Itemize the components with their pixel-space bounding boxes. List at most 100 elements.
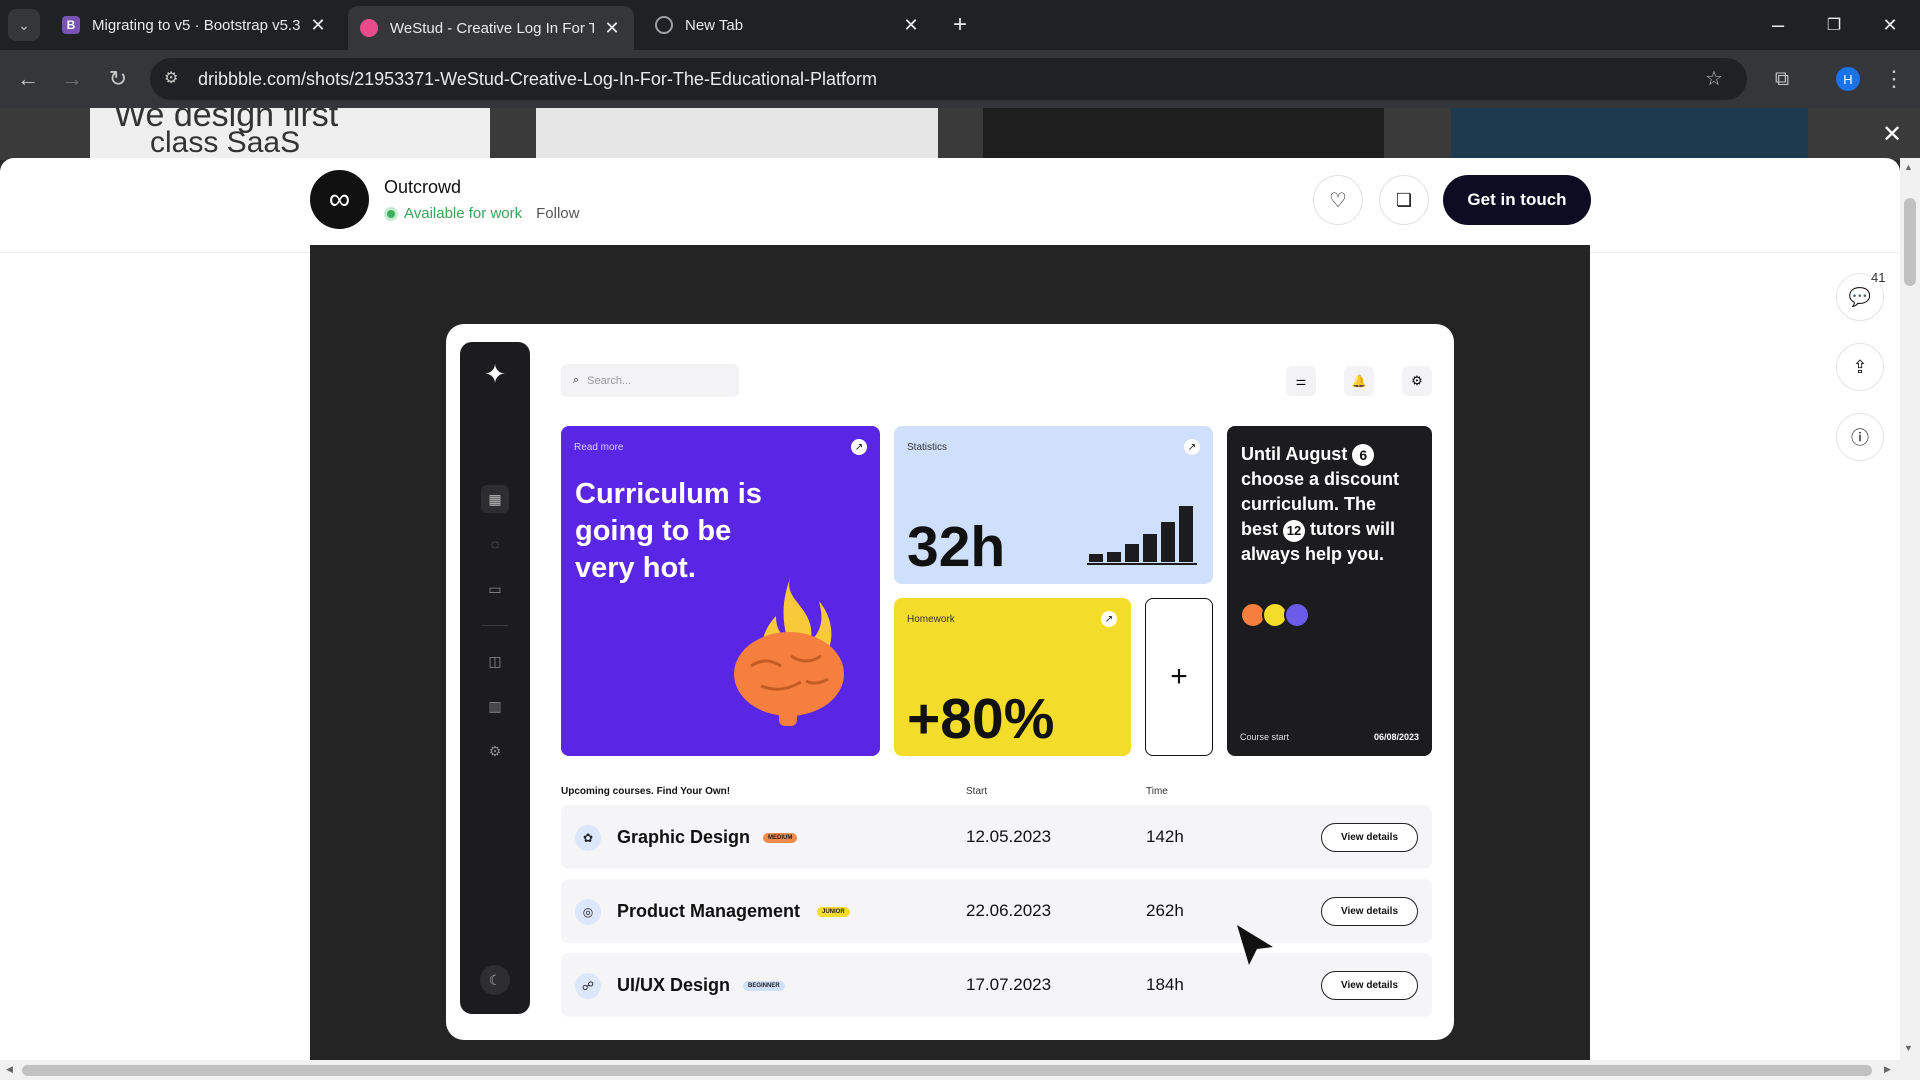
new-tab-icon[interactable]: +	[944, 9, 976, 41]
course-time: 142h	[1146, 827, 1184, 846]
close-modal-icon[interactable]: ✕	[1882, 120, 1902, 149]
table-row[interactable]: ◎ Product Management JUNIOR 22.06.2023 2…	[561, 879, 1432, 943]
close-tab-icon[interactable]: ✕	[308, 15, 328, 36]
search-input[interactable]: ⌕ Search...	[561, 364, 739, 397]
table-row[interactable]: ✿ Graphic Design MEDIUM 12.05.2023 142h …	[561, 805, 1432, 869]
vertical-scrollbar[interactable]: ▲ ▼	[1900, 158, 1920, 1060]
tab-search-icon[interactable]: ⌄	[8, 9, 40, 41]
chart-icon[interactable]: ▥	[481, 692, 509, 720]
grid-icon[interactable]: ▦	[481, 485, 509, 513]
background-thumb	[536, 108, 938, 160]
table-row[interactable]: ☍ UI/UX Design BEGINNER 17.07.2023 184h …	[561, 953, 1432, 1017]
comments-icon[interactable]: 💬 41	[1836, 270, 1886, 321]
moon-icon[interactable]: ☾	[480, 965, 510, 995]
curriculum-tile[interactable]: Read more ↗ Curriculum is going to be ve…	[561, 426, 880, 756]
menu-icon[interactable]: ⋮	[1878, 63, 1910, 95]
tile-kicker: Homework	[907, 614, 955, 625]
url-text: dribbble.com/shots/21953371-WeStud-Creat…	[198, 68, 877, 89]
statistics-tile[interactable]: Statistics ↗ 32h	[894, 426, 1213, 584]
minimize-icon[interactable]: –	[1762, 9, 1794, 41]
tab-title: Migrating to v5 · Bootstrap v5.3	[92, 16, 300, 34]
bag-icon[interactable]: ◫	[481, 647, 509, 675]
scroll-down-icon[interactable]: ▼	[1904, 1043, 1913, 1053]
browser-tab-bar: ⌄ B Migrating to v5 · Bootstrap v5.3 ✕ W…	[0, 0, 1920, 50]
tab-title: WeStud - Creative Log In For Th	[390, 19, 594, 37]
share-icon[interactable]: ⇪	[1836, 343, 1884, 391]
save-bookmark-icon[interactable]: ❏	[1379, 175, 1429, 225]
page-viewport: We design first class SaaS ✕ ∞ Outcrowd …	[0, 108, 1920, 1080]
address-bar[interactable]: ⚙ dribbble.com/shots/21953371-WeStud-Cre…	[150, 58, 1747, 100]
stat-value: 32h	[907, 515, 1006, 579]
avatar	[1284, 602, 1310, 628]
dashboard-card: ✦ ▦ ◌ ▭ ◫ ▥ ⚙ ☾ ⌕ Search... ⚌ 🔔 ⚙ Read m…	[446, 324, 1454, 1040]
promo-line: tutors will	[1310, 519, 1396, 539]
back-icon[interactable]: ←	[12, 63, 44, 95]
close-tab-icon[interactable]: ✕	[901, 15, 921, 36]
tab-westud[interactable]: WeStud - Creative Log In For Th ✕	[348, 6, 634, 50]
col-header-time: Time	[1146, 786, 1168, 797]
promo-badge: 12	[1283, 520, 1306, 542]
scroll-thumb[interactable]	[1904, 198, 1916, 286]
bell-icon[interactable]: 🔔	[1344, 366, 1374, 396]
promo-line: best	[1241, 519, 1279, 539]
sidebar-divider	[482, 625, 508, 626]
course-time: 184h	[1146, 975, 1184, 994]
arrow-icon[interactable]: ↗	[1101, 611, 1117, 627]
restore-icon[interactable]: ❐	[1818, 9, 1850, 41]
folder-icon[interactable]: ▭	[481, 575, 509, 603]
promo-tile[interactable]: Until August 6 choose a discount curricu…	[1227, 426, 1432, 756]
browser-toolbar: ← → ↻ ⚙ dribbble.com/shots/21953371-WeSt…	[0, 50, 1920, 108]
tutor-avatars	[1240, 602, 1310, 628]
filter-icon[interactable]: ⚌	[1286, 366, 1316, 396]
view-details-button[interactable]: View details	[1321, 897, 1418, 926]
profile-initial: H	[1836, 67, 1860, 91]
chat-icon[interactable]: ◌	[481, 530, 509, 558]
level-badge: MEDIUM	[763, 833, 798, 843]
scroll-up-icon[interactable]: ▲	[1904, 162, 1913, 172]
author-avatar[interactable]: ∞	[310, 170, 369, 229]
promo-badge: 6	[1352, 444, 1375, 466]
tab-bootstrap[interactable]: B Migrating to v5 · Bootstrap v5.3 ✕	[50, 6, 340, 44]
tile-kicker: Read more	[574, 442, 624, 453]
profile-avatar[interactable]: H	[1832, 63, 1864, 95]
search-icon: ⌕	[573, 374, 580, 386]
get-in-touch-button[interactable]: Get in touch	[1443, 175, 1591, 225]
comment-bubble-icon: 💬	[1848, 286, 1872, 307]
info-icon[interactable]: ⓘ	[1836, 413, 1884, 461]
close-tab-icon[interactable]: ✕	[602, 18, 622, 39]
availability-label: Available for work	[404, 205, 523, 222]
follow-link[interactable]: Follow	[536, 205, 579, 222]
tab-new-tab[interactable]: New Tab ✕	[643, 6, 933, 44]
course-time: 262h	[1146, 901, 1184, 920]
add-tile-button[interactable]: +	[1145, 598, 1213, 756]
like-heart-icon[interactable]: ♡	[1313, 175, 1363, 225]
horizontal-scrollbar[interactable]: ◀ ▶	[0, 1060, 1920, 1080]
arrow-icon[interactable]: ↗	[1184, 439, 1200, 455]
tile-kicker: Statistics	[907, 442, 948, 453]
headline-line: Curriculum is	[575, 478, 762, 510]
promo-line: choose a discount	[1241, 469, 1400, 489]
reload-icon[interactable]: ↻	[102, 63, 134, 95]
status-dot-icon	[384, 206, 398, 221]
settings-icon[interactable]: ⚙	[481, 737, 509, 765]
window-close-icon[interactable]: ✕	[1874, 9, 1906, 41]
course-start: 22.06.2023	[966, 901, 1052, 920]
level-badge: BEGINNER	[743, 981, 785, 991]
course-start-label: Course start	[1240, 732, 1290, 742]
homework-tile[interactable]: Homework ↗ +80%	[894, 598, 1131, 756]
scroll-thumb[interactable]	[22, 1065, 1872, 1076]
view-details-button[interactable]: View details	[1321, 823, 1418, 852]
gear-icon[interactable]: ⚙	[1402, 366, 1432, 396]
arrow-icon[interactable]: ↗	[851, 439, 867, 455]
dribbble-favicon-icon	[360, 19, 378, 37]
extensions-icon[interactable]: ⧉	[1766, 63, 1798, 95]
forward-icon[interactable]: →	[56, 63, 88, 95]
bar-chart-icon	[1087, 506, 1197, 565]
site-info-icon[interactable]: ⚙	[164, 68, 178, 88]
scroll-left-icon[interactable]: ◀	[6, 1064, 13, 1075]
author-name[interactable]: Outcrowd	[384, 177, 461, 198]
view-details-button[interactable]: View details	[1321, 971, 1418, 1000]
scroll-right-icon[interactable]: ▶	[1884, 1064, 1891, 1075]
bookmark-star-icon[interactable]: ☆	[1705, 66, 1723, 91]
thumb-text: class SaaS	[150, 126, 301, 159]
